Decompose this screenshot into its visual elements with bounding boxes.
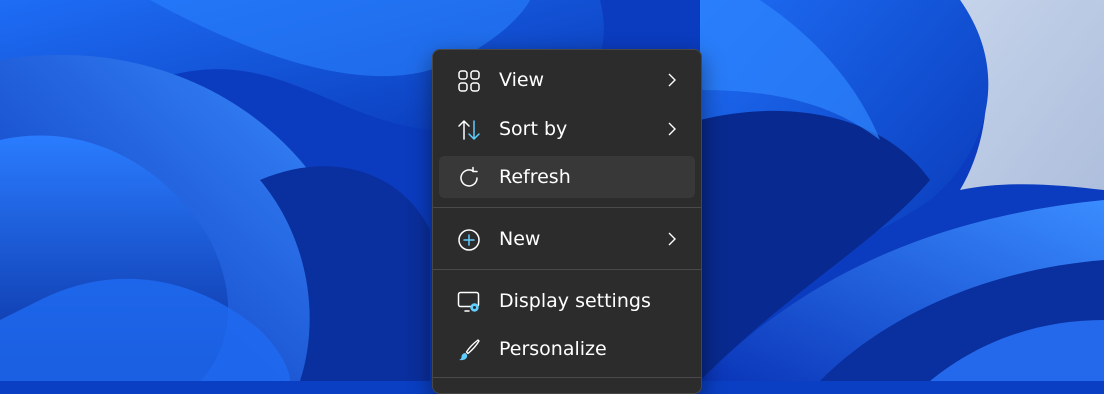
plus-circle-icon <box>458 229 480 251</box>
menu-item-display-settings[interactable]: Display settings <box>439 280 695 322</box>
chevron-right-icon <box>668 73 676 87</box>
paintbrush-icon <box>459 339 480 361</box>
menu-item-new[interactable]: New <box>439 218 695 260</box>
menu-item-sort-by[interactable]: Sort by <box>439 108 695 150</box>
desktop-context-menu: View Sort by Refresh New Display setting… <box>432 49 702 394</box>
chevron-right-icon <box>668 122 676 136</box>
menu-item-label: Sort by <box>499 118 568 140</box>
display-settings-icon <box>457 291 480 312</box>
menu-item-label: New <box>499 228 541 250</box>
refresh-icon <box>460 166 478 187</box>
menu-item-label: Personalize <box>499 338 607 360</box>
menu-item-label: Refresh <box>499 166 571 188</box>
grid-icon <box>458 70 480 92</box>
menu-separator <box>433 377 701 378</box>
menu-item-refresh[interactable]: Refresh <box>439 156 695 198</box>
menu-separator <box>433 269 701 270</box>
menu-separator <box>433 207 701 208</box>
menu-item-label: Display settings <box>499 290 651 312</box>
chevron-right-icon <box>668 232 676 246</box>
menu-item-view[interactable]: View <box>439 59 695 101</box>
sort-arrows-icon <box>458 120 480 140</box>
menu-item-personalize[interactable]: Personalize <box>439 328 695 370</box>
menu-item-label: View <box>499 69 545 91</box>
